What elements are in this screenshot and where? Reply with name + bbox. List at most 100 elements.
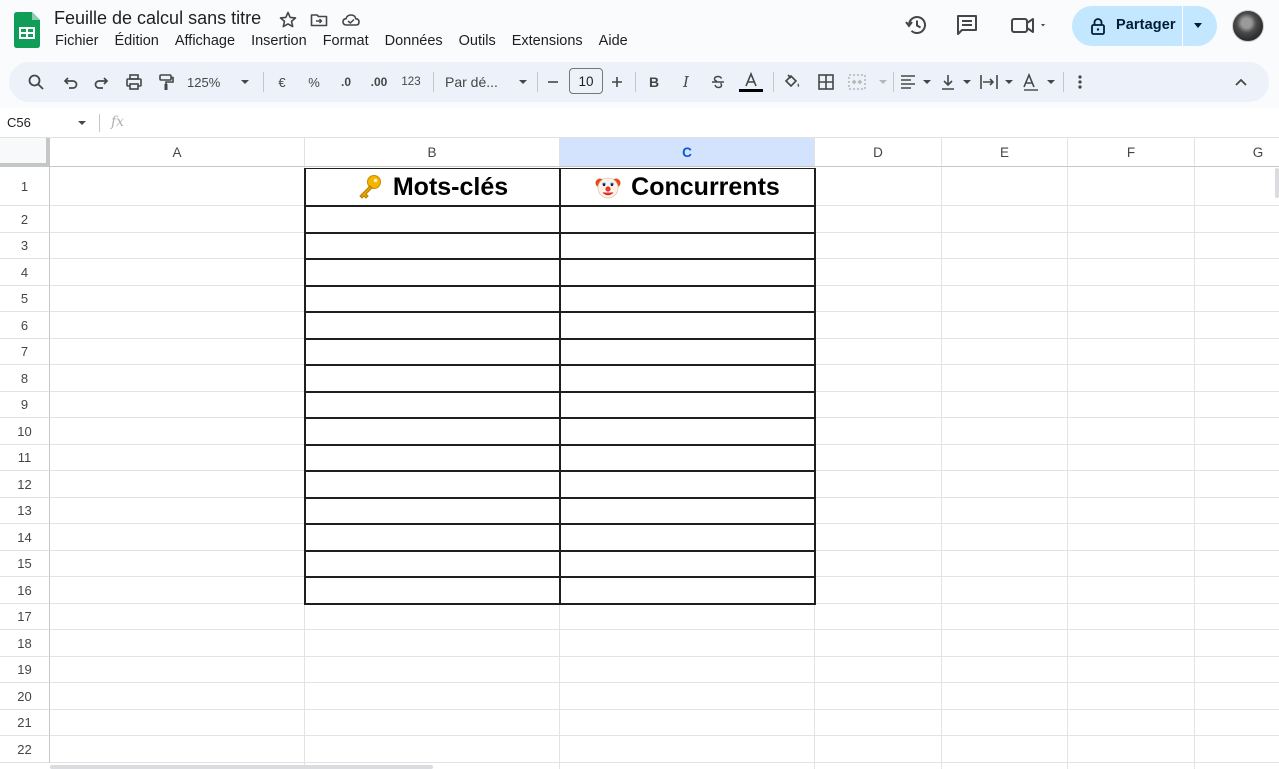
menu-outils[interactable]: Outils — [451, 32, 504, 52]
share-button[interactable]: Partager — [1072, 6, 1217, 46]
share-label: Partager — [1116, 17, 1176, 33]
cell-c1-text: Concurrents — [631, 172, 780, 201]
zoom-select[interactable]: 125% — [187, 70, 249, 94]
row-header-2[interactable]: 2 — [0, 206, 50, 233]
document-title[interactable]: Feuille de calcul sans titre — [54, 8, 261, 29]
decrease-decimals-button[interactable]: .0 — [335, 70, 357, 94]
row-header-10[interactable]: 10 — [0, 418, 50, 445]
column-header-e[interactable]: E — [942, 138, 1068, 167]
cell-c1[interactable]: Concurrents — [560, 168, 815, 206]
cell-border — [559, 168, 561, 604]
horizontal-scrollbar[interactable] — [50, 765, 433, 769]
menu-edition[interactable]: Édition — [107, 32, 167, 52]
row-header-17[interactable]: 17 — [0, 604, 50, 630]
percent-format-button[interactable]: % — [305, 70, 323, 94]
vertical-scrollbar[interactable] — [1275, 168, 1279, 198]
text-color-icon[interactable] — [737, 70, 765, 94]
cell-border — [814, 168, 816, 604]
currency-format-button[interactable]: € — [273, 70, 291, 94]
column-header-g[interactable]: G — [1195, 138, 1279, 167]
title-bar: Feuille de calcul sans titre Fichier Édi… — [0, 0, 1279, 62]
more-options-icon[interactable] — [1073, 70, 1087, 94]
row-header-7[interactable]: 7 — [0, 339, 50, 365]
row-header-9[interactable]: 9 — [0, 392, 50, 418]
column-header-c[interactable]: C — [560, 138, 815, 167]
fx-icon: fx — [111, 114, 125, 130]
avatar[interactable] — [1232, 10, 1264, 42]
row-header-20[interactable]: 20 — [0, 683, 50, 710]
row-header-4[interactable]: 4 — [0, 259, 50, 286]
formula-bar: C56 fx — [0, 108, 1279, 138]
bold-button[interactable]: B — [645, 70, 663, 94]
vertical-align-button[interactable] — [939, 70, 971, 94]
toolbar-divider — [537, 72, 538, 92]
column-header-d[interactable]: D — [815, 138, 942, 167]
row-header-12[interactable]: 12 — [0, 471, 50, 498]
menu-extensions[interactable]: Extensions — [504, 32, 591, 52]
version-history-icon[interactable] — [904, 12, 930, 38]
undo-icon[interactable] — [59, 70, 81, 94]
cell-b1[interactable]: Mots-clés — [305, 168, 560, 206]
search-menus-icon[interactable] — [25, 70, 47, 94]
column-header-b[interactable]: B — [305, 138, 560, 167]
menu-aide[interactable]: Aide — [591, 32, 636, 52]
share-dropdown-arrow-icon[interactable] — [1194, 23, 1202, 28]
spreadsheet-grid[interactable]: A B C D E F G 1 2 3 4 5 6 7 8 9 10 11 12 13 14 15 16 17 1… — [0, 138, 1279, 769]
share-main-button[interactable]: Partager — [1072, 6, 1183, 46]
borders-icon[interactable] — [815, 70, 837, 94]
row-header-14[interactable]: 14 — [0, 524, 50, 551]
cloud-saved-icon[interactable] — [341, 10, 361, 30]
row-header-13[interactable]: 13 — [0, 498, 50, 524]
column-header-a[interactable]: A — [50, 138, 305, 167]
row-header-3[interactable]: 3 — [0, 233, 50, 259]
increase-font-size-icon[interactable] — [609, 70, 625, 94]
font-family-value: Par dé... — [445, 74, 498, 90]
row-header-8[interactable]: 8 — [0, 365, 50, 392]
menu-insertion[interactable]: Insertion — [243, 32, 315, 52]
name-box[interactable]: C56 — [7, 115, 31, 130]
row-header-16[interactable]: 16 — [0, 577, 50, 604]
strikethrough-icon[interactable] — [708, 70, 728, 94]
increase-decimals-button[interactable]: .00 — [367, 70, 391, 94]
more-formats-button[interactable]: 123 — [399, 70, 423, 94]
collapse-toolbar-icon[interactable] — [1231, 70, 1251, 94]
font-size-input[interactable]: 10 — [569, 68, 603, 94]
menu-affichage[interactable]: Affichage — [167, 32, 243, 52]
row-header-1[interactable]: 1 — [0, 167, 50, 206]
meet-video-icon[interactable] — [1010, 12, 1050, 38]
cell-border — [304, 168, 306, 604]
halign-caret-icon — [923, 80, 931, 84]
font-family-select[interactable]: Par dé... — [445, 70, 527, 94]
select-all-corner[interactable] — [0, 138, 50, 167]
google-sheets-logo-icon[interactable] — [14, 12, 40, 48]
row-header-6[interactable]: 6 — [0, 312, 50, 339]
star-icon[interactable] — [278, 10, 298, 30]
menu-donnees[interactable]: Données — [377, 32, 451, 52]
paint-format-icon[interactable] — [155, 70, 177, 94]
decrease-font-size-icon[interactable] — [545, 70, 561, 94]
toolbar: 125% € % .0 .00 123 Par dé... 10 B I — [9, 62, 1269, 102]
text-wrapping-button[interactable] — [979, 70, 1013, 94]
fill-color-icon[interactable] — [781, 70, 803, 94]
valign-caret-icon — [963, 80, 971, 84]
menu-format[interactable]: Format — [315, 32, 377, 52]
row-header-5[interactable]: 5 — [0, 286, 50, 312]
row-header-11[interactable]: 11 — [0, 445, 50, 471]
merge-cells-button[interactable] — [847, 70, 887, 94]
column-header-f[interactable]: F — [1068, 138, 1195, 167]
print-icon[interactable] — [123, 70, 145, 94]
italic-button[interactable]: I — [677, 70, 695, 94]
row-header-18[interactable]: 18 — [0, 630, 50, 657]
move-folder-icon[interactable] — [309, 10, 329, 30]
row-header-21[interactable]: 21 — [0, 710, 50, 736]
name-box-caret-icon[interactable] — [78, 121, 86, 125]
redo-icon[interactable] — [91, 70, 113, 94]
menu-fichier[interactable]: Fichier — [47, 32, 107, 52]
horizontal-align-button[interactable] — [899, 70, 931, 94]
clown-face-emoji-icon — [595, 177, 621, 199]
row-header-22[interactable]: 22 — [0, 736, 50, 763]
row-header-19[interactable]: 19 — [0, 657, 50, 683]
text-rotation-button[interactable] — [1021, 70, 1055, 94]
row-header-15[interactable]: 15 — [0, 551, 50, 577]
comments-icon[interactable] — [954, 12, 980, 38]
